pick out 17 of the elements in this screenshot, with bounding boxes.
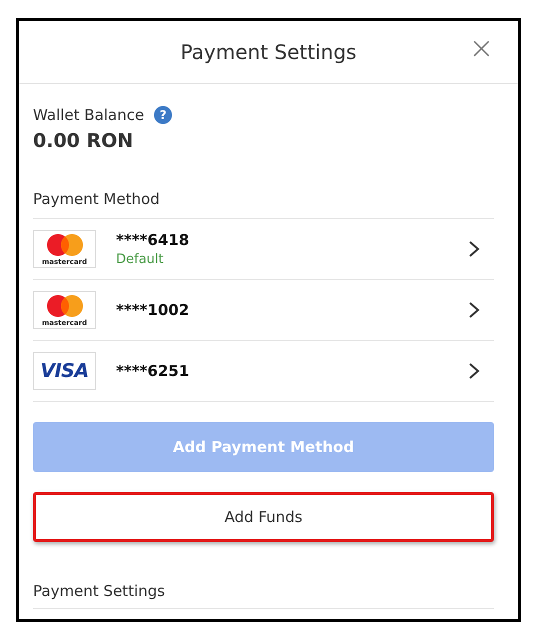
wallet-balance-amount: 0.00 RON xyxy=(33,130,134,152)
chevron-right-icon xyxy=(468,362,480,380)
dialog-title: Payment Settings xyxy=(180,40,356,64)
close-button[interactable]: × xyxy=(464,34,498,64)
chevron-right-icon xyxy=(468,240,480,258)
card-number: ****6418 xyxy=(116,231,190,249)
add-funds-button[interactable]: Add Funds xyxy=(33,492,494,542)
card-number: ****6251 xyxy=(116,362,190,380)
payment-card-row[interactable]: VISA ****6251 xyxy=(33,341,494,402)
help-icon[interactable]: ? xyxy=(154,106,172,124)
section-heading: Payment Method xyxy=(33,190,494,219)
wallet-balance-label: Wallet Balance xyxy=(33,106,144,124)
default-label: Default xyxy=(116,252,164,267)
chevron-right-icon xyxy=(468,301,480,319)
card-number: ****1002 xyxy=(116,301,190,319)
visa-logo: VISA xyxy=(33,352,96,390)
section-heading: Payment Settings xyxy=(33,582,494,609)
